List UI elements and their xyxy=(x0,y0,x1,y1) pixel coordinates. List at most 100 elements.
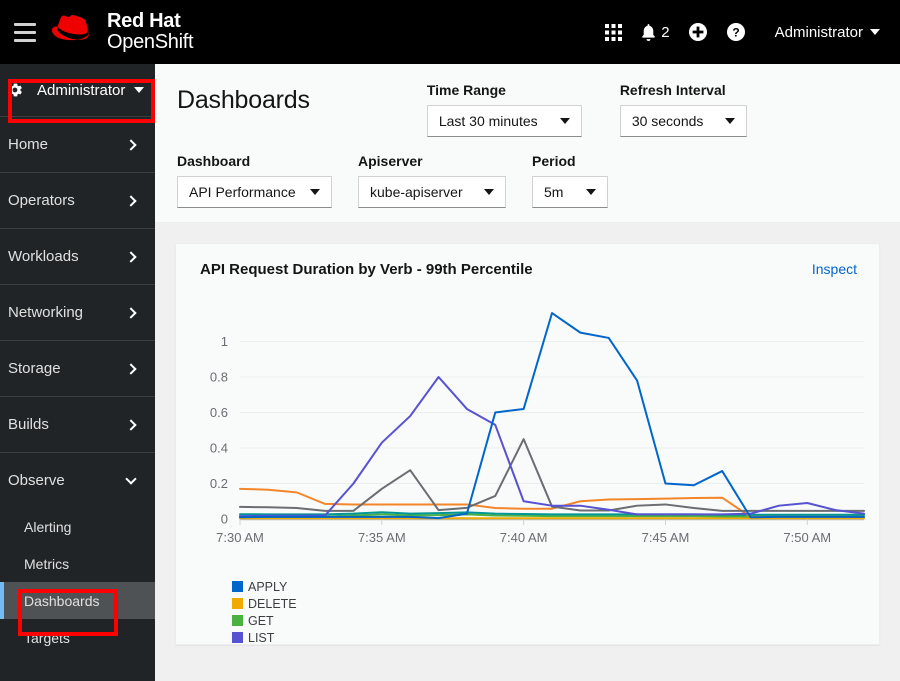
hamburger-bar xyxy=(14,38,36,42)
perspective-switcher[interactable]: Administrator xyxy=(0,64,155,116)
title-and-top-filters: Dashboards Time Range Last 30 minutes Re… xyxy=(177,82,880,137)
sidebar-item-dashboards[interactable]: Dashboards xyxy=(0,582,155,619)
caret-down-icon xyxy=(484,189,494,195)
perspective-label: Administrator xyxy=(37,81,126,99)
bottom-filter-group: Dashboard API Performance Apiserver kube… xyxy=(177,153,880,208)
bell-notification-icon[interactable]: 2 xyxy=(632,0,678,64)
inspect-link[interactable]: Inspect xyxy=(812,261,857,277)
svg-text:7:35 AM: 7:35 AM xyxy=(358,530,406,545)
chevron-down-icon xyxy=(125,472,137,485)
sidebar-subitem-label: Alerting xyxy=(24,518,72,535)
apiserver-value: kube-apiserver xyxy=(370,184,463,200)
grid-apps-icon[interactable] xyxy=(594,0,632,64)
question-circle-icon[interactable]: ? xyxy=(717,0,755,64)
legend-label: APPLY xyxy=(248,579,288,594)
legend-item[interactable]: LIST xyxy=(232,629,879,646)
legend-label: LIST xyxy=(248,630,275,645)
bell-glyph xyxy=(642,23,656,41)
sidebar-subitem-label: Targets xyxy=(24,629,70,646)
perspective-pill[interactable]: Administrator xyxy=(29,77,152,104)
sidebar-navigation: Administrator Home Operators Workloads N… xyxy=(0,64,155,681)
time-range-select[interactable]: Last 30 minutes xyxy=(426,105,582,137)
refresh-interval-label: Refresh Interval xyxy=(619,82,726,98)
plus-circle-glyph xyxy=(688,23,707,41)
svg-text:1: 1 xyxy=(221,334,228,349)
masthead-toolbar: 2 ? Administrator xyxy=(594,0,900,64)
main-content: Dashboards Time Range Last 30 minutes Re… xyxy=(155,64,900,681)
brand-text: Red Hat OpenShift xyxy=(107,11,194,53)
dashboard-body: API Request Duration by Verb - 99th Perc… xyxy=(155,223,900,645)
chevron-right-icon xyxy=(125,194,137,207)
apiserver-select[interactable]: kube-apiserver xyxy=(358,176,506,208)
sidebar-item-builds[interactable]: Builds xyxy=(0,396,155,452)
sidebar-item-label: Operators xyxy=(8,192,75,209)
dashboard-value: API Performance xyxy=(189,184,296,200)
chart-card-header: API Request Duration by Verb - 99th Perc… xyxy=(176,244,879,278)
apiserver-label: Apiserver xyxy=(358,153,423,169)
legend-item[interactable]: DELETE xyxy=(232,595,879,612)
apiserver-filter: Apiserver kube-apiserver xyxy=(358,153,506,208)
chart-card: API Request Duration by Verb - 99th Perc… xyxy=(175,243,880,645)
caret-down-icon xyxy=(559,118,570,124)
sidebar-item-networking[interactable]: Networking xyxy=(0,284,155,340)
refresh-interval-filter: Refresh Interval 30 seconds xyxy=(619,82,747,137)
legend-swatch-icon xyxy=(232,581,243,592)
sidebar-item-label: Builds xyxy=(8,416,49,433)
period-value: 5m xyxy=(544,184,564,200)
grid-apps-glyph xyxy=(604,23,622,41)
legend-swatch-icon xyxy=(232,615,243,626)
chart-plot-area[interactable]: 0 0.2 0.4 0.6 0.8 1 7:30 AM 7:35 AM 7:40 AM 7:45 … xyxy=(176,278,879,568)
sidebar-item-label: Workloads xyxy=(8,248,79,265)
chevron-right-icon xyxy=(125,138,137,151)
caret-down-icon xyxy=(586,189,596,195)
chevron-right-icon xyxy=(125,418,137,431)
refresh-interval-value: 30 seconds xyxy=(631,113,704,129)
svg-text:7:50 AM: 7:50 AM xyxy=(783,530,831,545)
sidebar-item-metrics[interactable]: Metrics xyxy=(0,545,155,582)
hamburger-menu-icon[interactable] xyxy=(0,0,48,64)
hamburger-bar xyxy=(14,22,36,26)
caret-down-icon xyxy=(310,189,320,195)
sidebar-item-workloads[interactable]: Workloads xyxy=(0,228,155,284)
sidebar-item-label: Observe xyxy=(8,472,65,489)
period-filter: Period 5m xyxy=(532,153,608,208)
chevron-right-icon xyxy=(125,362,137,375)
sidebar-item-targets[interactable]: Targets xyxy=(0,619,155,656)
time-range-filter: Time Range Last 30 minutes xyxy=(426,82,582,137)
sidebar-item-label: Storage xyxy=(8,360,61,377)
svg-text:0.8: 0.8 xyxy=(210,370,228,385)
brand-logo[interactable]: Red Hat OpenShift xyxy=(52,11,194,53)
top-filter-group: Time Range Last 30 minutes Refresh Inter… xyxy=(426,82,747,137)
sidebar-item-operators[interactable]: Operators xyxy=(0,172,155,228)
chart-title: API Request Duration by Verb - 99th Perc… xyxy=(200,261,533,278)
dashboard-filter: Dashboard API Performance xyxy=(177,153,332,208)
line-chart: 0 0.2 0.4 0.6 0.8 1 7:30 AM 7:35 AM 7:40 AM 7:45 … xyxy=(210,312,865,545)
legend-label: GET xyxy=(248,613,274,628)
legend-item[interactable]: GET xyxy=(232,612,879,629)
legend-item[interactable]: APPLY xyxy=(232,578,879,595)
plus-circle-icon[interactable] xyxy=(679,0,717,64)
chevron-right-icon xyxy=(125,306,137,319)
caret-down-icon xyxy=(134,87,145,93)
period-label: Period xyxy=(532,153,576,169)
notification-count: 2 xyxy=(661,23,670,41)
sidebar-item-storage[interactable]: Storage xyxy=(0,340,155,396)
question-circle-glyph: ? xyxy=(726,23,745,41)
period-select[interactable]: 5m xyxy=(532,176,608,208)
caret-down-icon xyxy=(870,29,880,35)
sidebar-item-home[interactable]: Home xyxy=(0,116,155,172)
svg-text:0.6: 0.6 xyxy=(210,405,228,420)
time-range-label: Time Range xyxy=(426,82,506,98)
legend-swatch-icon xyxy=(232,598,243,609)
user-menu-button[interactable]: Administrator xyxy=(755,0,886,64)
legend-label: DELETE xyxy=(248,596,297,611)
svg-text:7:40 AM: 7:40 AM xyxy=(500,530,548,545)
svg-text:7:45 AM: 7:45 AM xyxy=(642,530,690,545)
red-hat-logo-icon xyxy=(52,15,89,41)
gear-icon xyxy=(9,83,22,97)
user-menu-label: Administrator xyxy=(774,23,863,41)
sidebar-item-alerting[interactable]: Alerting xyxy=(0,508,155,545)
refresh-interval-select[interactable]: 30 seconds xyxy=(619,105,747,137)
dashboard-select[interactable]: API Performance xyxy=(177,176,332,208)
sidebar-item-observe[interactable]: Observe xyxy=(0,452,155,508)
